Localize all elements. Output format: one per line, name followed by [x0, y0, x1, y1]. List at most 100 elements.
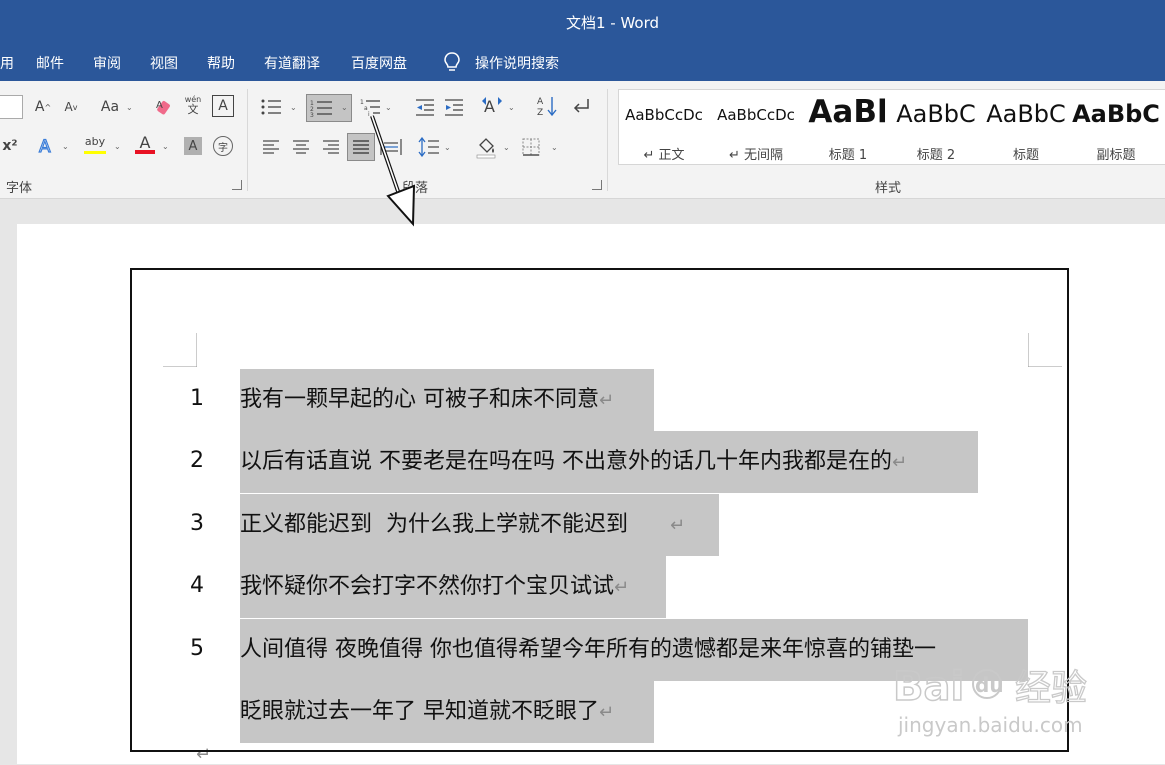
tab-help[interactable]: 帮助: [207, 53, 235, 73]
superscript-button[interactable]: x²: [0, 134, 20, 158]
style-sample: AaBbC: [986, 100, 1066, 128]
character-border-icon: A: [218, 98, 228, 114]
show-formatting-marks-icon[interactable]: [570, 96, 592, 116]
style-subtitle[interactable]: AaBbC 副标题: [1071, 90, 1161, 164]
style-name: ↵ 无间隔: [728, 148, 784, 163]
justify-button[interactable]: [347, 133, 375, 161]
tab-view[interactable]: 视图: [150, 53, 178, 73]
align-center-icon[interactable]: [292, 139, 310, 155]
paragraph-dialog-launcher[interactable]: [592, 180, 602, 190]
style-sample: AaBbCcDc: [717, 106, 795, 124]
font-color-button[interactable]: A: [134, 133, 156, 157]
svg-text:i: i: [368, 111, 370, 117]
style-name: 标题 1: [828, 148, 868, 163]
text-effects-icon[interactable]: A: [36, 136, 56, 156]
svg-text:Z: Z: [537, 108, 543, 117]
tab-review[interactable]: 审阅: [93, 53, 121, 73]
chevron-down-icon[interactable]: ⌄: [290, 104, 297, 112]
line-spacing-icon[interactable]: [418, 137, 440, 157]
pinyin-icon: 文: [187, 103, 199, 116]
asian-layout-icon[interactable]: A: [480, 95, 504, 117]
lightbulb-icon: [444, 52, 460, 71]
chevron-down-icon[interactable]: ⌄: [503, 144, 510, 152]
borders-icon[interactable]: [522, 138, 540, 156]
increase-indent-icon[interactable]: [443, 97, 465, 117]
shrink-font-icon: A: [64, 100, 73, 114]
sort-icon[interactable]: AZ: [536, 95, 558, 117]
style-heading-2[interactable]: AaBbC 标题 2: [891, 90, 981, 164]
tab-use[interactable]: 用: [0, 53, 14, 73]
tab-youdao-translate[interactable]: 有道翻译: [264, 53, 320, 73]
chevron-down-icon[interactable]: ⌄: [508, 104, 515, 112]
chevron-down-icon[interactable]: ⌄: [114, 143, 121, 151]
multilevel-list-icon[interactable]: 1ai: [360, 97, 382, 117]
tab-mailings[interactable]: 邮件: [36, 53, 64, 73]
window-title: 文档1 - Word: [565, 14, 660, 32]
character-shading-icon: A: [188, 138, 198, 154]
style-sample: AaBbCcDc: [625, 106, 703, 124]
style-sample: AaBl: [808, 94, 888, 130]
group-separator: [247, 89, 248, 191]
baidu-watermark-logo: Bai du 经验 jingyan.baidu.com: [893, 663, 1088, 737]
character-shading-button[interactable]: A: [184, 137, 202, 155]
svg-text:A: A: [156, 100, 163, 111]
svg-text:A: A: [537, 97, 544, 107]
tell-me-search[interactable]: 操作说明搜索: [475, 53, 559, 73]
numbering-button[interactable]: 123 ⌄: [306, 94, 352, 122]
style-name: 标题 2: [916, 148, 956, 163]
highlight-color-button[interactable]: aby: [82, 133, 108, 157]
tab-baidu-netdisk[interactable]: 百度网盘: [351, 53, 407, 73]
decrease-indent-icon[interactable]: [414, 97, 436, 117]
align-right-icon[interactable]: [322, 139, 340, 155]
superscript-icon: x²: [2, 138, 18, 154]
chevron-down-icon[interactable]: ⌄: [444, 144, 451, 152]
highlighter-icon: aby: [84, 134, 106, 148]
chevron-down-icon[interactable]: ⌄: [126, 104, 133, 112]
font-color-icon: A: [139, 133, 151, 152]
menu-bar: 用 邮件 审阅 视图 帮助 有道翻译 百度网盘 操作说明搜索: [0, 44, 1165, 81]
watermark-brand: Bai: [893, 664, 964, 710]
font-dialog-launcher[interactable]: [232, 180, 242, 190]
character-border-button[interactable]: A: [212, 95, 234, 117]
style-name: 标题: [1012, 148, 1039, 163]
enclose-characters-button[interactable]: 字: [213, 136, 233, 156]
title-bar: 文档1 - Word: [0, 0, 1165, 44]
chevron-down-icon[interactable]: ⌄: [551, 144, 558, 152]
style-heading-1[interactable]: AaBl 标题 1: [803, 90, 893, 164]
clear-formatting-icon[interactable]: A: [154, 98, 174, 118]
enclose-characters-icon: 字: [218, 142, 228, 154]
style-normal[interactable]: AaBbCcDc ↵ 正文: [619, 90, 709, 164]
bullets-icon[interactable]: [260, 97, 284, 117]
grow-font-icon: A: [34, 99, 45, 115]
styles-gallery: AaBbCcDc ↵ 正文 AaBbCcDc ↵ 无间隔 AaBl 标题 1 A…: [618, 89, 1165, 165]
align-left-icon[interactable]: [262, 139, 280, 155]
style-name: ↵ 正文: [643, 148, 685, 163]
chevron-down-icon[interactable]: ⌄: [162, 143, 169, 151]
chevron-down-icon[interactable]: ⌄: [341, 104, 348, 112]
shrink-font-button[interactable]: Av: [61, 95, 81, 119]
style-no-spacing[interactable]: AaBbCcDc ↵ 无间隔: [711, 90, 801, 164]
change-case-button[interactable]: Aa: [96, 95, 124, 119]
chevron-down-icon[interactable]: ⌄: [62, 143, 69, 151]
watermark-brand2: du: [975, 673, 1004, 697]
styles-group-label: 样式: [875, 181, 902, 196]
svg-text:A: A: [39, 137, 51, 156]
justify-icon: [353, 140, 369, 154]
style-sample: AaBbC: [896, 100, 976, 128]
shading-icon[interactable]: [474, 135, 498, 159]
distributed-icon[interactable]: [380, 138, 402, 156]
numbering-icon: 123: [310, 100, 332, 118]
grow-font-button[interactable]: A ^: [33, 95, 53, 119]
style-title[interactable]: AaBbC 标题: [981, 90, 1071, 164]
watermark-url: jingyan.baidu.com: [897, 713, 1083, 737]
chevron-down-icon[interactable]: ⌄: [385, 104, 392, 112]
font-size-box[interactable]: [0, 95, 23, 119]
svg-text:3: 3: [310, 112, 314, 118]
font-group-label: 字体: [6, 181, 33, 196]
ribbon: A ^ Av Aa ⌄ A wén 文 A x² A ⌄ aby ⌄ A ⌄ A 字…: [0, 81, 1165, 199]
change-case-icon: Aa: [100, 99, 120, 115]
style-sample: AaBbC: [1072, 100, 1160, 128]
group-separator: [607, 89, 608, 191]
watermark-cn: 经验: [1015, 668, 1087, 709]
phonetic-guide-button[interactable]: wén 文: [182, 93, 204, 117]
